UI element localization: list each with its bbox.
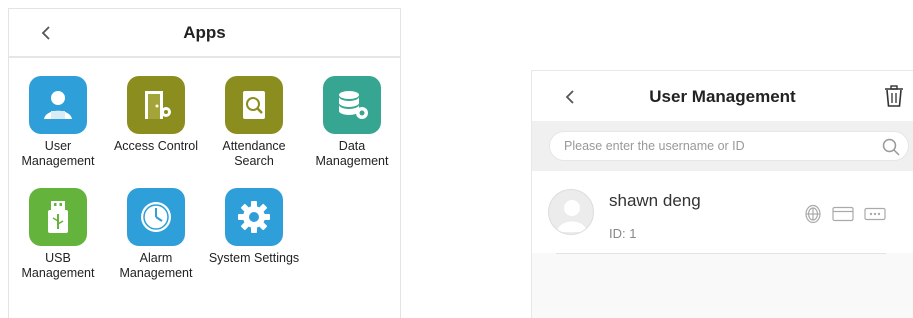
user-management-icon: [29, 76, 87, 134]
app-data-management[interactable]: Data Management: [303, 76, 401, 169]
app-system-settings[interactable]: System Settings: [205, 188, 303, 266]
search-icon[interactable]: [881, 137, 901, 157]
app-attendance-search[interactable]: Attendance Search: [205, 76, 303, 169]
fingerprint-icon: [805, 204, 821, 224]
app-alarm-management[interactable]: Alarm Management: [107, 188, 205, 281]
app-access-control[interactable]: Access Control: [107, 76, 205, 154]
user-management-screen: User Management shawn de: [531, 70, 913, 318]
apps-header: Apps: [9, 9, 400, 58]
verification-methods: [804, 204, 886, 224]
app-label: USB Management: [21, 251, 95, 280]
app-label: Alarm Management: [119, 251, 193, 280]
app-label: Attendance Search: [222, 139, 286, 168]
apps-screen: Apps User Management Access Control Atte…: [8, 8, 401, 318]
app-usb-management[interactable]: USB Management: [9, 188, 107, 281]
user-list-item[interactable]: shawn deng ID: 1: [532, 171, 913, 253]
attendance-search-icon: [225, 76, 283, 134]
app-label: User Management: [21, 139, 95, 168]
app-user-management[interactable]: User Management: [9, 76, 107, 169]
password-icon: [864, 207, 886, 221]
alarm-clock-icon: [127, 188, 185, 246]
access-control-icon: [127, 76, 185, 134]
gear-icon: [225, 188, 283, 246]
app-label: Data Management: [315, 139, 389, 168]
trash-icon: [885, 85, 903, 107]
divider: [556, 253, 886, 254]
delete-button[interactable]: [881, 83, 907, 109]
search-bar: [532, 121, 913, 171]
usb-icon: [29, 188, 87, 246]
user-management-header: User Management: [532, 71, 913, 121]
avatar: [548, 189, 594, 235]
page-title: User Management: [649, 87, 796, 106]
page-title: Apps: [183, 23, 226, 42]
search-input[interactable]: [549, 131, 909, 161]
user-name: shawn deng: [609, 191, 701, 210]
user-id: ID: 1: [609, 226, 637, 241]
card-icon: [832, 206, 854, 222]
data-management-icon: [323, 76, 381, 134]
app-label: Access Control: [113, 139, 199, 153]
app-label: System Settings: [208, 251, 300, 265]
